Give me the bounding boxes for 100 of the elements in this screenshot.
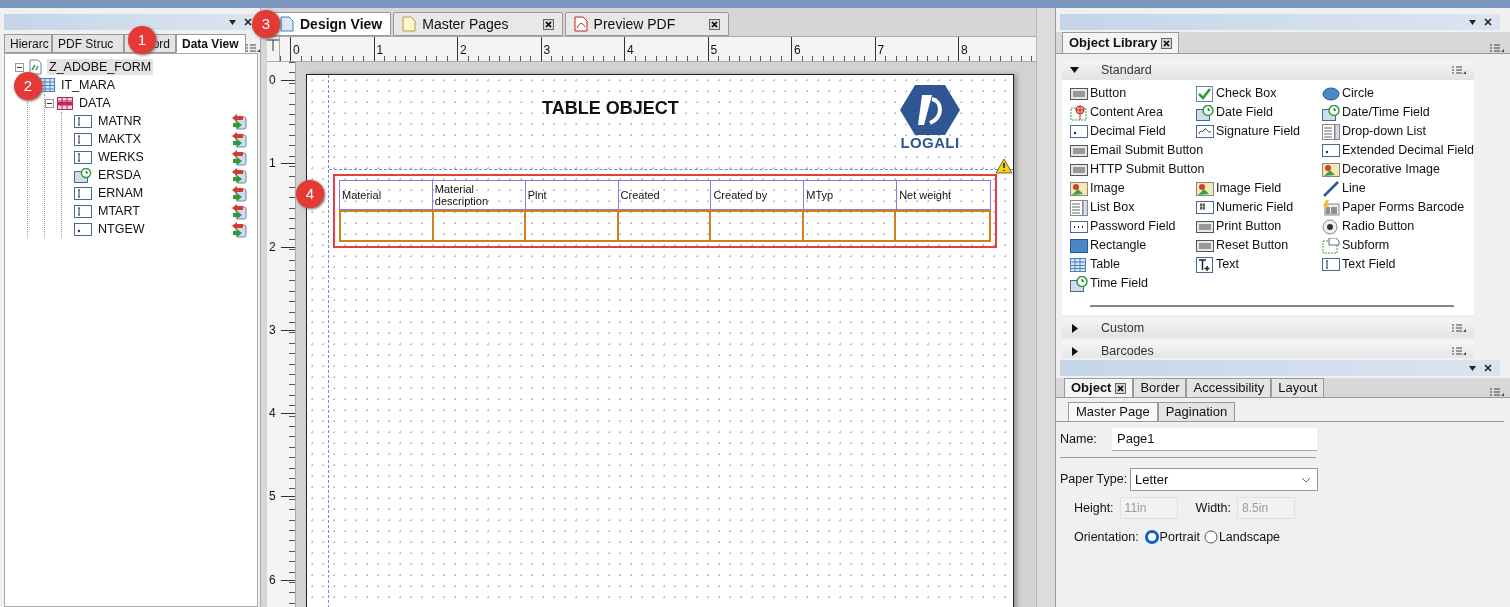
library-item[interactable]: Date Field <box>1216 103 1273 122</box>
image-icon <box>1070 180 1088 197</box>
menu-icon[interactable] <box>1452 323 1466 333</box>
section-header[interactable]: Standard <box>1062 60 1474 80</box>
checkmark-icon <box>1196 85 1214 102</box>
library-item[interactable]: Subform <box>1342 236 1390 255</box>
dropdown-arrow-icon[interactable] <box>1469 19 1476 25</box>
library-item[interactable]: Image <box>1090 179 1125 198</box>
library-item[interactable]: Password Field <box>1090 217 1176 236</box>
library-item[interactable]: Radio Button <box>1342 217 1415 236</box>
dropdown-arrow-icon[interactable] <box>229 19 236 25</box>
section-title: Custom <box>1101 319 1145 337</box>
panel-tab[interactable]: Object <box>1064 378 1134 397</box>
tree-item[interactable]: NTGEW <box>96 221 147 237</box>
library-item[interactable]: Table <box>1090 255 1120 274</box>
tree-item[interactable]: MAKTX <box>96 131 144 147</box>
table-header-cell: MTyp <box>804 181 898 209</box>
sub-tab[interactable]: Pagination <box>1157 402 1236 421</box>
library-item[interactable]: Image Field <box>1216 179 1282 198</box>
tree-item[interactable]: MATNR <box>96 113 144 129</box>
panel-tab[interactable]: Hierarc <box>4 34 52 53</box>
menu-icon[interactable] <box>1490 44 1504 53</box>
menu-icon[interactable] <box>1490 388 1504 397</box>
tree-item[interactable]: ERNAM <box>96 185 146 201</box>
radio-label[interactable]: Portrait <box>1159 528 1200 547</box>
table-header-cell-text: Net weight <box>898 188 953 203</box>
tree-item[interactable]: DATA <box>77 95 113 111</box>
tree-item[interactable]: MTART <box>96 203 142 219</box>
section-header[interactable]: Custom <box>1062 318 1474 338</box>
ruler-number: 6 <box>269 572 276 587</box>
close-icon[interactable] <box>709 18 721 30</box>
menu-icon[interactable] <box>246 44 260 53</box>
library-item[interactable]: Time Field <box>1090 274 1148 293</box>
close-icon[interactable] <box>244 18 252 26</box>
panel-tab[interactable]: Data View <box>176 34 246 53</box>
tree-item[interactable]: WERKS <box>96 149 146 165</box>
close-icon[interactable] <box>1115 382 1127 394</box>
library-item[interactable]: Paper Forms Barcode <box>1342 198 1465 217</box>
library-item[interactable]: Numeric Field <box>1216 198 1294 217</box>
library-item[interactable]: Reset Button <box>1216 236 1289 255</box>
library-item[interactable]: Text <box>1216 255 1239 274</box>
paper-type-dropdown[interactable]: Letter <box>1130 468 1318 491</box>
ruler-number: 5 <box>710 43 718 57</box>
signature-icon <box>1196 123 1214 140</box>
text-field-icon <box>74 204 92 218</box>
library-item[interactable]: Signature Field <box>1216 122 1301 141</box>
section-header[interactable]: Barcodes <box>1062 341 1474 358</box>
menu-icon[interactable] <box>1452 65 1466 75</box>
image-icon <box>1322 161 1340 178</box>
library-item[interactable]: Extended Decimal Field <box>1342 141 1474 160</box>
tree-item[interactable]: ERSDA <box>96 167 144 183</box>
sub-tab[interactable]: Master Page <box>1068 402 1158 421</box>
panel-tab[interactable]: Accessibility <box>1186 378 1272 397</box>
menu-icon[interactable] <box>1452 346 1466 356</box>
collapsed-arrow-icon[interactable] <box>1070 346 1079 356</box>
library-item[interactable]: Check Box <box>1216 84 1277 103</box>
library-item[interactable]: HTTP Submit Button <box>1090 160 1205 179</box>
ruler-number: 0 <box>269 73 276 87</box>
close-icon[interactable] <box>542 18 554 30</box>
library-item[interactable]: Line <box>1342 179 1366 198</box>
library-item[interactable]: Print Button <box>1216 217 1282 236</box>
panel-tab[interactable]: Border <box>1133 378 1187 397</box>
tree-item[interactable]: IT_MARA <box>59 77 118 93</box>
radio-label[interactable]: Landscape <box>1218 528 1281 547</box>
radio-button[interactable] <box>1203 530 1218 545</box>
library-item[interactable]: Date/Time Field <box>1342 103 1430 122</box>
expanded-arrow-icon[interactable] <box>1070 65 1079 75</box>
table-header-cell: Created <box>618 181 712 209</box>
radio-button[interactable] <box>1144 530 1159 545</box>
library-item[interactable]: Drop-down List <box>1342 122 1427 141</box>
library-item[interactable]: Rectangle <box>1090 236 1147 255</box>
document-tab[interactable]: Preview PDF <box>564 12 730 36</box>
library-item[interactable]: List Box <box>1090 198 1135 217</box>
library-item[interactable]: Email Submit Button <box>1090 141 1204 160</box>
library-item[interactable]: Decorative Image <box>1342 160 1440 179</box>
document-tab[interactable]: Master Pages <box>393 12 563 36</box>
library-item[interactable]: Text Field <box>1342 255 1396 274</box>
collapse-icon[interactable] <box>45 98 54 108</box>
table-object[interactable]: Material Material description Plnt Created Created by MTyp Net weight <box>333 174 997 248</box>
field-icon <box>1322 142 1340 159</box>
panel-tab[interactable]: Layout <box>1271 378 1325 397</box>
name-field[interactable]: Page1 <box>1112 428 1317 451</box>
library-item[interactable]: Button <box>1090 84 1127 103</box>
close-icon[interactable] <box>1161 37 1173 49</box>
close-icon[interactable] <box>1484 364 1492 372</box>
dots-icon <box>1070 218 1088 235</box>
logo-text: LOGALI <box>900 135 960 151</box>
tree-item[interactable]: Z_ADOBE_FORM <box>47 59 154 75</box>
library-item[interactable]: Circle <box>1342 84 1374 103</box>
panel-tab[interactable]: Object Library <box>1062 32 1180 53</box>
panel-tab[interactable]: PDF Struc <box>52 34 124 53</box>
table-icon <box>1070 256 1088 273</box>
close-icon[interactable] <box>1484 18 1492 26</box>
library-item[interactable]: Content Area <box>1090 103 1163 122</box>
collapse-icon[interactable] <box>15 62 24 72</box>
section-title: Barcodes <box>1101 342 1154 358</box>
library-item[interactable]: Decimal Field <box>1090 122 1166 141</box>
collapsed-arrow-icon[interactable] <box>1070 323 1079 333</box>
radio-icon <box>1322 218 1340 235</box>
dropdown-arrow-icon[interactable] <box>1469 365 1476 371</box>
